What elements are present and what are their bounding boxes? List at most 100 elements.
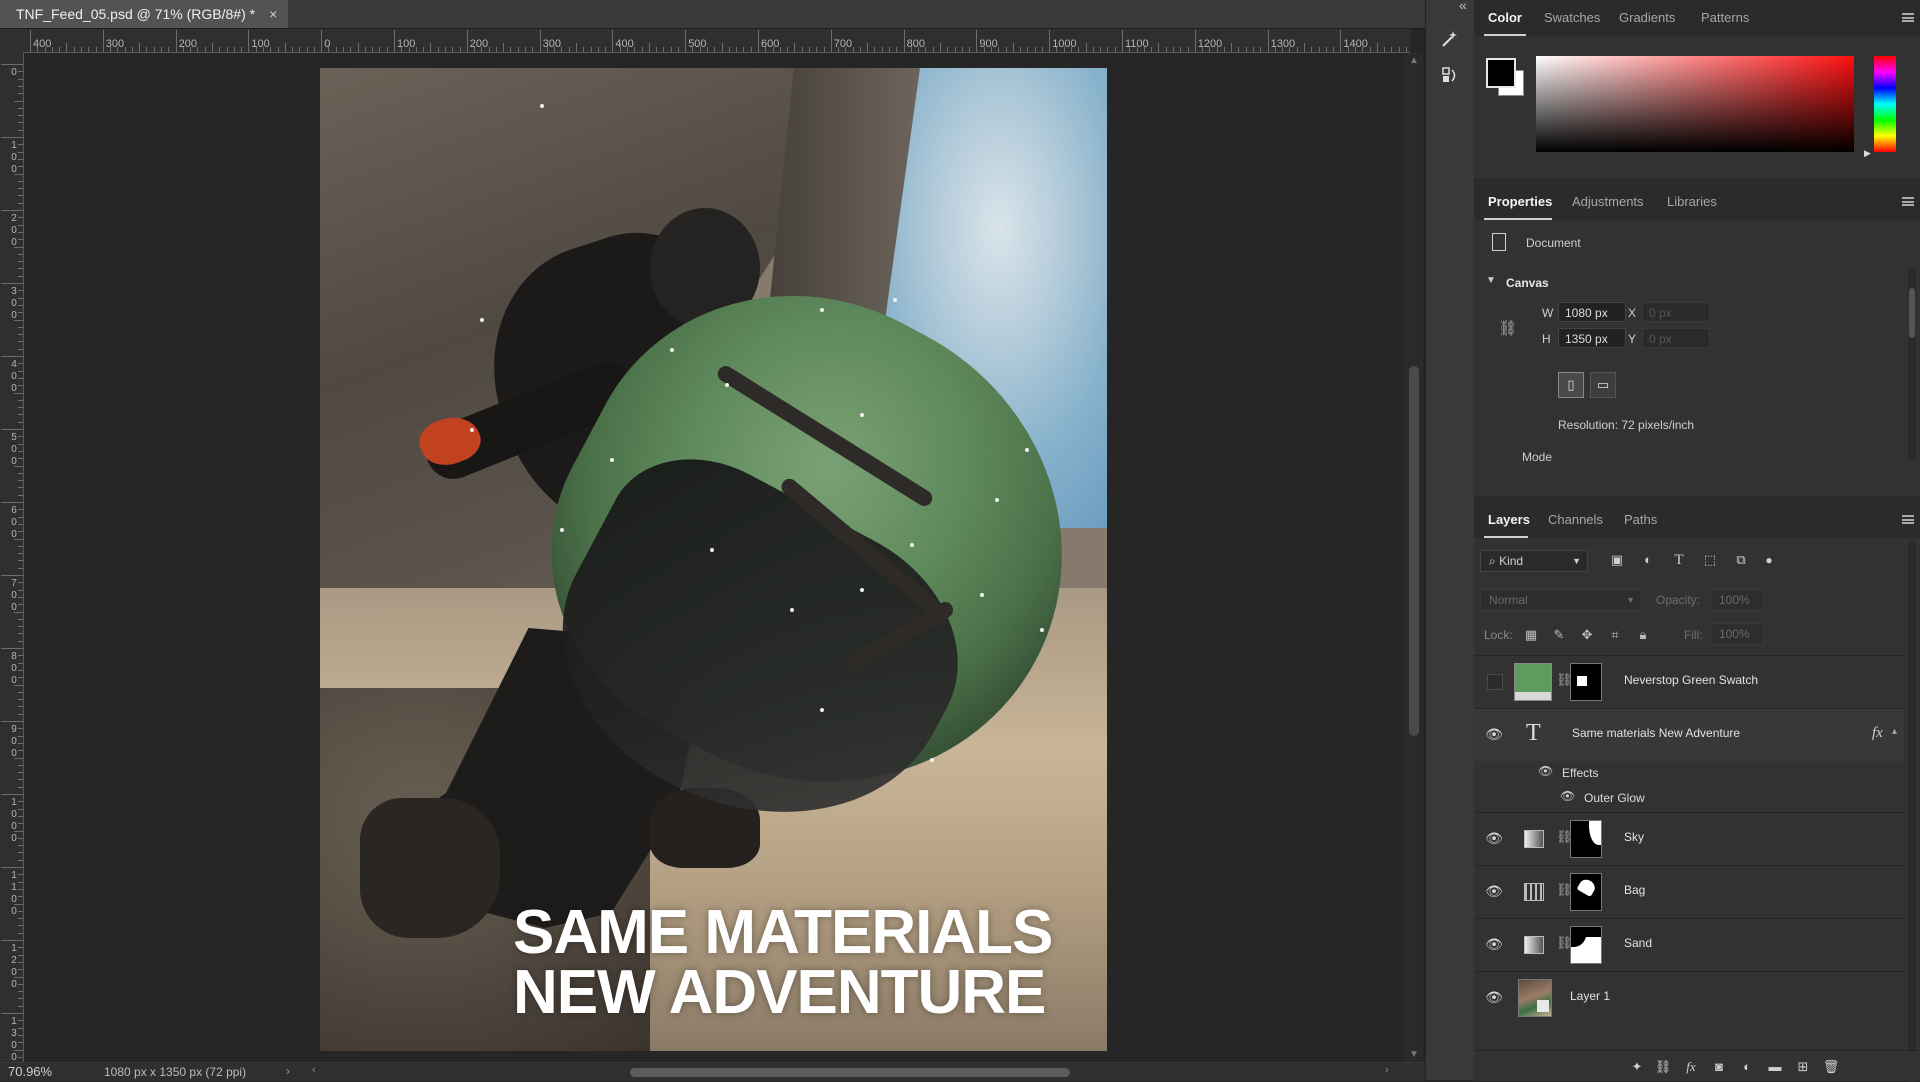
link-layers-icon[interactable]: ⛓ <box>1654 1059 1672 1075</box>
layer-row-layer-1[interactable]: 👁︎ Layer 1 <box>1474 971 1904 1024</box>
x-label: X <box>1628 306 1637 320</box>
ruler-left[interactable]: 0 100 200 300 400 500 600 700 800 900 1000 1100 1200… <box>0 52 24 1062</box>
layer-row-bag[interactable]: 👁︎ ⛓ Bag <box>1474 865 1904 918</box>
panel-menu-icon[interactable] <box>1902 13 1914 22</box>
effects-row[interactable]: 👁︎ Effects <box>1474 761 1904 786</box>
shape-layer-filter-icon[interactable]: ⬚ <box>1701 551 1719 569</box>
new-group-icon[interactable]: ▬ <box>1766 1059 1784 1075</box>
y-field[interactable]: 0 px <box>1642 328 1710 348</box>
delete-layer-icon[interactable]: 🗑︎ <box>1822 1059 1840 1075</box>
layer-row-sky[interactable]: 👁︎ ⛓ Sky <box>1474 812 1904 865</box>
height-field[interactable]: 1350 px <box>1558 328 1626 348</box>
scrollbar-thumb[interactable] <box>1409 366 1419 736</box>
layer-row-text[interactable]: 👁︎ T Same materials New Adventure fx ▴ <box>1474 708 1904 761</box>
eye-icon[interactable]: 👁︎ <box>1560 789 1575 803</box>
ruler-tick <box>1151 47 1153 52</box>
eye-icon[interactable]: 👁︎ <box>1484 987 1504 1007</box>
layer-name[interactable]: Neverstop Green Swatch <box>1624 673 1758 687</box>
type-layer-filter-icon[interactable]: T <box>1670 551 1688 569</box>
link-dimensions-icon[interactable]: ⛓ <box>1498 319 1517 337</box>
document-tab[interactable]: TNF_Feed_05.psd @ 71% (RGB/8#) * × <box>0 0 288 28</box>
panel-menu-icon[interactable] <box>1902 515 1914 524</box>
scroll-right-icon[interactable]: › <box>1385 1064 1389 1076</box>
tab-channels[interactable]: Channels <box>1548 512 1603 527</box>
zoom-level[interactable]: 70.96% <box>8 1064 52 1079</box>
x-field[interactable]: 0 px <box>1642 302 1710 322</box>
width-field[interactable]: 1080 px <box>1558 302 1626 322</box>
layer-mask-thumbnail[interactable] <box>1570 820 1602 858</box>
add-layer-style-icon[interactable]: fx <box>1682 1059 1700 1075</box>
filter-toggle-icon[interactable]: ● <box>1760 551 1778 569</box>
hue-slider-marker-icon[interactable]: ▶ <box>1864 148 1871 159</box>
canvas-section-title[interactable]: Canvas <box>1506 276 1549 290</box>
layer-name[interactable]: Bag <box>1624 883 1645 897</box>
foreground-color-swatch[interactable] <box>1486 58 1516 88</box>
hue-slider[interactable] <box>1874 56 1896 152</box>
layer-filter-kind-select[interactable]: ⌕ Kind ▼ <box>1480 550 1588 572</box>
layer-row-sand[interactable]: 👁︎ ⛓ Sand <box>1474 918 1904 971</box>
history-brush-icon[interactable] <box>1435 60 1465 90</box>
tab-gradients[interactable]: Gradients <box>1619 10 1675 25</box>
tab-properties[interactable]: Properties <box>1488 194 1552 209</box>
blend-mode-select[interactable]: Normal ▼ <box>1480 589 1642 611</box>
layer-mask-thumbnail[interactable] <box>1570 926 1602 964</box>
layer-row-neverstop-green-swatch[interactable]: ⛓ Neverstop Green Swatch <box>1474 655 1904 708</box>
lock-image-pixels-icon[interactable]: ✎ <box>1550 626 1568 644</box>
lock-transparency-icon[interactable]: ▦ <box>1522 626 1540 644</box>
lock-artboard-icon[interactable]: ⌗ <box>1606 626 1624 644</box>
tab-patterns[interactable]: Patterns <box>1701 10 1749 25</box>
pixel-layer-filter-icon[interactable]: ▣ <box>1608 551 1626 569</box>
scrollbar-thumb[interactable] <box>1909 288 1915 338</box>
tab-paths[interactable]: Paths <box>1624 512 1657 527</box>
adjustment-layer-filter-icon[interactable]: ◐ <box>1639 551 1657 569</box>
layer-name[interactable]: Same materials New Adventure <box>1572 726 1740 740</box>
collapse-panels-icon[interactable]: « <box>1459 0 1467 13</box>
scroll-left-icon[interactable]: ‹ <box>312 1064 316 1076</box>
portrait-orientation-button[interactable]: ▯ <box>1558 372 1584 398</box>
collapse-effects-icon[interactable]: ▴ <box>1892 726 1897 737</box>
opacity-field[interactable]: 100% <box>1710 589 1764 611</box>
tab-adjustments[interactable]: Adjustments <box>1572 194 1644 209</box>
add-mask-icon[interactable]: ◙ <box>1710 1059 1728 1075</box>
horizontal-scrollbar-thumb[interactable] <box>630 1068 1070 1077</box>
tab-layers[interactable]: Layers <box>1488 512 1530 527</box>
layer-mask-thumbnail[interactable] <box>1570 663 1602 701</box>
tab-color[interactable]: Color <box>1488 10 1522 25</box>
new-adjustment-layer-icon[interactable]: ◐ <box>1738 1059 1756 1075</box>
magic-wand-icon[interactable] <box>1435 24 1465 54</box>
sweep-icon[interactable]: ✦ <box>1628 1059 1646 1075</box>
panel-menu-icon[interactable] <box>1902 197 1914 206</box>
status-menu-arrow-icon[interactable]: › <box>286 1064 290 1078</box>
tab-libraries[interactable]: Libraries <box>1667 194 1717 209</box>
tab-swatches[interactable]: Swatches <box>1544 10 1600 25</box>
new-layer-icon[interactable]: ⊞ <box>1794 1059 1812 1075</box>
properties-scrollbar[interactable] <box>1908 270 1916 460</box>
canvas-vertical-scrollbar[interactable]: ▲ ▼ <box>1405 53 1423 1062</box>
smart-object-filter-icon[interactable]: ⧉ <box>1732 551 1750 569</box>
layer-mask-thumbnail[interactable] <box>1570 873 1602 911</box>
eye-icon[interactable]: 👁︎ <box>1484 934 1504 954</box>
lock-all-icon[interactable]: 🔒︎ <box>1634 626 1652 644</box>
eye-icon[interactable]: 👁︎ <box>1538 764 1553 778</box>
landscape-orientation-button[interactable]: ▭ <box>1590 372 1616 398</box>
ruler-top[interactable]: 400 300 200 100 0 100 200 300 400 500 600 700 800 900… <box>0 29 1410 53</box>
scroll-down-icon[interactable]: ▼ <box>1409 1049 1419 1060</box>
close-icon[interactable]: × <box>269 6 277 22</box>
outer-glow-row[interactable]: 👁︎ Outer Glow <box>1474 786 1904 811</box>
visibility-toggle-off[interactable] <box>1487 674 1503 690</box>
scroll-up-icon[interactable]: ▲ <box>1409 55 1419 66</box>
layers-scrollbar[interactable] <box>1908 542 1916 1082</box>
eye-icon[interactable]: 👁︎ <box>1484 828 1504 848</box>
fill-field[interactable]: 100% <box>1710 623 1764 645</box>
eye-icon[interactable]: 👁︎ <box>1484 881 1504 901</box>
artwork-image[interactable]: SAME MATERIALS NEW ADVENTURE <box>320 68 1107 1051</box>
layer-name[interactable]: Sky <box>1624 830 1644 844</box>
resolution-text: Resolution: 72 pixels/inch <box>1558 418 1695 432</box>
layer-name[interactable]: Sand <box>1624 936 1652 950</box>
fx-icon[interactable]: fx <box>1872 725 1883 742</box>
lock-position-icon[interactable]: ✥ <box>1578 626 1596 644</box>
eye-icon[interactable]: 👁︎ <box>1484 724 1504 744</box>
chevron-down-icon[interactable]: ▼ <box>1486 275 1496 286</box>
layer-name[interactable]: Layer 1 <box>1570 989 1610 1003</box>
color-picker-field[interactable] <box>1536 56 1854 152</box>
